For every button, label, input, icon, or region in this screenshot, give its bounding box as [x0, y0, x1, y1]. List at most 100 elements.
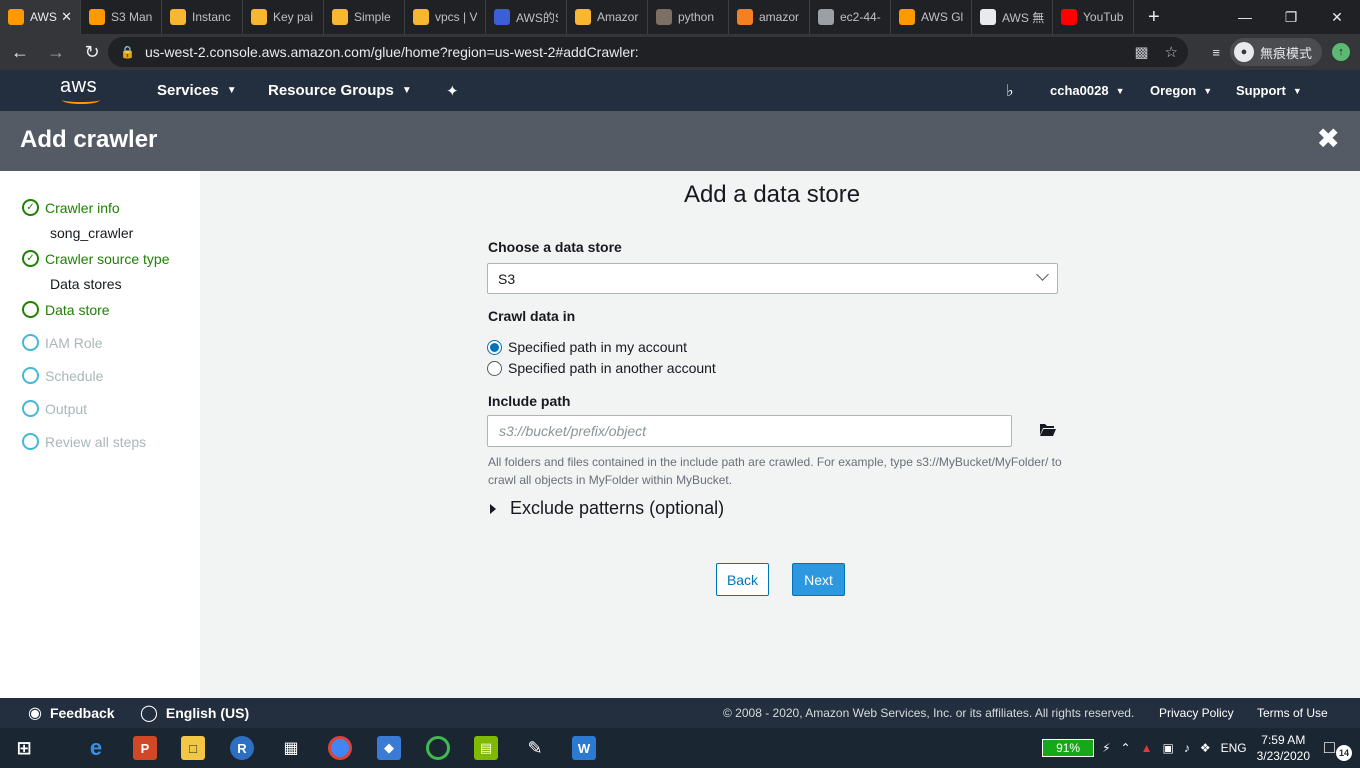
browser-tab[interactable]: Amazor — [567, 0, 648, 34]
antivirus-icon[interactable]: ▲ — [1141, 741, 1153, 755]
folder-open-icon[interactable] — [1040, 423, 1056, 436]
data-store-select[interactable]: S3 — [487, 263, 1058, 294]
region-menu[interactable]: Oregon ▼ — [1150, 70, 1212, 111]
tab-favicon-icon — [170, 9, 186, 25]
tab-close-icon[interactable]: ✕ — [61, 9, 72, 25]
tab-label: AWS的S — [516, 10, 558, 25]
console-footer: ◉ Feedback ◯ English (US) © 2008 - 2020,… — [0, 698, 1360, 728]
crawl-data-in-label: Crawl data in — [488, 308, 576, 324]
chevron-up-icon[interactable]: ⌃ — [1121, 741, 1131, 755]
volume-icon[interactable]: ♪ — [1184, 741, 1190, 755]
back-button[interactable]: Back — [716, 563, 769, 596]
support-menu[interactable]: Support ▼ — [1236, 70, 1302, 111]
back-arrow-icon[interactable]: ← — [4, 36, 36, 68]
bookmark-star-icon[interactable]: ☆ — [1165, 43, 1178, 61]
windows-start-icon[interactable]: ⊞ — [12, 736, 36, 760]
radio-unselected-icon[interactable] — [487, 360, 502, 376]
resource-groups-menu[interactable]: Resource Groups ▼ — [268, 70, 412, 111]
browser-tab[interactable]: AWS Gl — [891, 0, 972, 34]
check-circle-icon: ✓ — [22, 199, 39, 216]
minimize-icon[interactable]: — — [1222, 0, 1268, 34]
browser-tab[interactable]: YouTub — [1053, 0, 1134, 34]
radio-my-account[interactable]: Specified path in my account — [487, 339, 687, 355]
user-menu[interactable]: ccha0028 ▼ — [1050, 70, 1124, 111]
privacy-policy-link[interactable]: Privacy Policy — [1159, 698, 1234, 728]
tab-favicon-icon — [8, 9, 24, 25]
reading-list-icon[interactable]: ≡ — [1212, 45, 1220, 60]
feedback-label: Feedback — [49, 705, 115, 721]
step-crawler-info[interactable]: ✓ Crawler info — [22, 199, 120, 216]
services-menu[interactable]: Services ▼ — [157, 70, 237, 111]
step-label: Review all steps — [45, 433, 147, 450]
browser-tab[interactable]: S3 Man — [81, 0, 162, 34]
app-icon[interactable]: ◆ — [377, 736, 401, 760]
tab-list: AWS ✕ S3 Man Instanc Key pai Simple vpcs | V AW… — [0, 0, 1134, 34]
paint-icon[interactable]: ✎ — [523, 736, 547, 760]
browser-tab[interactable]: AWS ✕ — [0, 0, 81, 34]
exclude-patterns-toggle[interactable]: Exclude patterns (optional) — [490, 498, 724, 519]
bell-icon[interactable]: ♭ — [1006, 70, 1014, 111]
check-circle-icon: ✓ — [22, 250, 39, 267]
step-label: Crawler info — [45, 199, 120, 216]
feedback-link[interactable]: ◉ Feedback — [28, 698, 115, 728]
chrome-icon[interactable] — [328, 736, 352, 760]
close-window-icon[interactable]: ✕ — [1314, 0, 1360, 34]
chevron-down-icon: ▼ — [1115, 85, 1125, 96]
input-language[interactable]: ENG — [1221, 741, 1247, 755]
restore-icon[interactable]: ❐ — [1268, 0, 1314, 34]
dropbox-icon[interactable]: ❖ — [1200, 741, 1211, 755]
circle-app-icon[interactable] — [426, 736, 450, 760]
notification-center-icon[interactable]: □ 14 — [1324, 737, 1352, 761]
edge-icon[interactable]: e — [84, 735, 108, 760]
include-path-input[interactable] — [487, 415, 1012, 447]
powerpoint-icon[interactable]: P — [133, 736, 157, 760]
support-label: Support — [1236, 83, 1286, 98]
r-icon[interactable]: R — [230, 736, 254, 760]
browser-tab[interactable]: Instanc — [162, 0, 243, 34]
reload-icon[interactable]: ↻ — [76, 36, 108, 68]
pin-icon[interactable]: ✦ — [446, 70, 459, 111]
tab-label: Key pai — [273, 10, 314, 24]
step-label: Data store — [45, 301, 110, 318]
window-controls: — ❐ ✕ — [1222, 0, 1360, 34]
browser-tab[interactable]: Simple — [324, 0, 405, 34]
incognito-badge[interactable]: ● 無痕模式 — [1229, 38, 1322, 66]
new-tab-button[interactable]: + — [1134, 0, 1174, 34]
terms-of-use-link[interactable]: Terms of Use — [1257, 698, 1328, 728]
caret-right-icon — [490, 503, 496, 514]
aws-logo[interactable]: aws — [60, 76, 102, 106]
clock[interactable]: 7:59 AM 3/23/2020 — [1257, 732, 1310, 764]
radio-selected-icon[interactable] — [487, 339, 502, 355]
step-crawler-source-type[interactable]: ✓ Crawler source type — [22, 250, 170, 267]
network-icon[interactable]: ▣ — [1162, 741, 1173, 755]
browser-tab[interactable]: AWS 無 — [972, 0, 1053, 34]
browser-tab[interactable]: amazor — [729, 0, 810, 34]
system-tray: 91% ⚡ ⌃ ▲ ▣ ♪ ❖ ENG 7:59 AM 3/23/2020 □ … — [1042, 728, 1360, 768]
writer-icon[interactable]: W — [572, 736, 596, 760]
address-bar[interactable]: 🔒 us-west-2.console.aws.amazon.com/glue/… — [108, 37, 1188, 67]
browser-tab[interactable]: ec2-44- — [810, 0, 891, 34]
forward-arrow-icon[interactable]: → — [40, 36, 72, 68]
browser-tab[interactable]: vpcs | V — [405, 0, 486, 34]
store-icon[interactable]: ▦ — [279, 736, 303, 760]
file-explorer-icon[interactable]: □ — [181, 736, 205, 760]
tab-favicon-icon — [89, 9, 105, 25]
browser-tab[interactable]: AWS的S — [486, 0, 567, 34]
translate-icon[interactable]: ▩ — [1134, 43, 1148, 61]
step-label: Output — [45, 400, 88, 417]
include-path-label: Include path — [488, 393, 571, 409]
next-button[interactable]: Next — [792, 563, 845, 596]
chart-app-icon[interactable]: ▤ — [474, 736, 498, 760]
radio-other-account[interactable]: Specified path in another account — [487, 360, 716, 376]
language-selector[interactable]: ◯ English (US) — [140, 698, 249, 728]
update-icon[interactable]: ↑ — [1332, 43, 1350, 61]
aws-navbar: aws Services ▼ Resource Groups ▼ ✦ ♭ cch… — [0, 70, 1360, 111]
exclude-patterns-label: Exclude patterns (optional) — [510, 498, 725, 518]
close-icon[interactable]: ✖ — [1317, 124, 1340, 154]
browser-tab[interactable]: python — [648, 0, 729, 34]
browser-tab[interactable]: Key pai — [243, 0, 324, 34]
step-data-store[interactable]: Data store — [22, 301, 110, 318]
user-label: ccha0028 — [1050, 83, 1109, 98]
battery-indicator[interactable]: 91% — [1042, 739, 1095, 757]
circle-icon — [22, 334, 39, 351]
